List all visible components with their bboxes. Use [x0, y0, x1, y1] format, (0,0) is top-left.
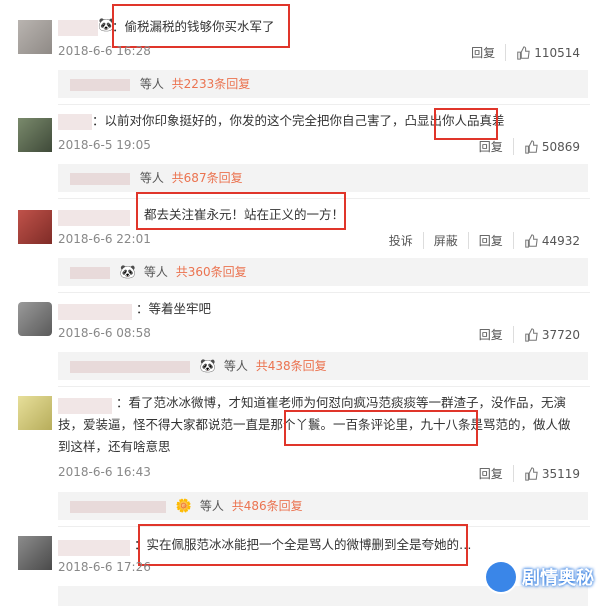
sub-replies-bar: 🐼 等人 共438条回复 [58, 352, 588, 380]
like-button[interactable]: 44932 [514, 234, 580, 248]
like-count: 44932 [541, 233, 580, 248]
more-replies-link[interactable]: 共438条回复 [256, 359, 327, 373]
comment-text: ：实在佩服范冰冰能把一个全是骂人的微博删到全是夸她的… [134, 537, 472, 552]
like-count: 35119 [541, 466, 580, 481]
replies-suffix: 等人 [139, 171, 164, 185]
more-replies-link[interactable]: 共486条回复 [232, 499, 303, 513]
avatar[interactable] [18, 20, 52, 54]
avatar[interactable] [18, 210, 52, 244]
reply-button[interactable]: 回复 [461, 44, 507, 61]
replier-names-blurred [70, 266, 110, 279]
more-replies-link[interactable]: 共2233条回复 [172, 77, 251, 91]
divider [58, 292, 590, 293]
comment-actions: 投诉 屏蔽 回复 44932 [379, 232, 580, 249]
sub-replies-bar: 等人 共2233条回复 [58, 70, 588, 98]
comment-time: 2018-6-6 22:01 [58, 232, 151, 246]
avatar[interactable] [18, 396, 52, 430]
comment-text: ：以前对你印象挺好的，你发的这个完全把你自己害了，凸显出你人品真差 [92, 113, 505, 128]
avatar[interactable] [18, 536, 52, 570]
username-blurred[interactable] [58, 114, 92, 130]
like-button[interactable]: 35119 [514, 467, 580, 481]
watermark-text: 剧情奥秘 [522, 568, 594, 589]
thumbs-up-icon [525, 466, 538, 481]
watermark-logo-icon [486, 562, 516, 592]
sub-replies-bar: 等人 共687条回复 [58, 164, 588, 192]
sub-replies-bar: 🐼 等人 共360条回复 [58, 258, 588, 286]
username-blurred[interactable] [58, 20, 98, 36]
reply-button[interactable]: 回复 [469, 138, 514, 155]
reply-button[interactable]: 回复 [469, 465, 514, 482]
replies-suffix: 等人 [223, 359, 248, 373]
replies-suffix: 等人 [199, 499, 224, 513]
comment-actions: 回复 50869 [469, 138, 580, 155]
divider [58, 386, 590, 387]
comment-text: ：偷税漏税的钱够你买水军了 [112, 19, 275, 34]
comment-time: 2018-6-6 16:43 [58, 465, 151, 479]
replies-suffix: 等人 [139, 77, 164, 91]
reply-button[interactable]: 回复 [469, 232, 514, 249]
sub-replies-bar: 🌼 等人 共486条回复 [58, 492, 588, 520]
more-replies-link[interactable]: 共687条回复 [172, 171, 243, 185]
avatar[interactable] [18, 118, 52, 152]
flower-emoji-icon: 🌼 [175, 498, 193, 514]
replies-suffix: 等人 [143, 265, 168, 279]
divider [58, 526, 590, 527]
comment-time: 2018-6-6 17:26 [58, 560, 151, 574]
panda-emoji-icon: 🐼 [199, 358, 217, 374]
avatar[interactable] [18, 302, 52, 336]
thumbs-up-icon [525, 327, 538, 342]
username-blurred[interactable] [58, 210, 130, 226]
like-button[interactable]: 37720 [514, 328, 580, 342]
watermark: 剧情奥秘 [486, 562, 594, 592]
panda-emoji-icon: 🐼 [119, 264, 137, 280]
thumbs-up-icon [525, 139, 538, 154]
username-blurred[interactable] [58, 540, 130, 556]
thumbs-up-icon [525, 233, 538, 248]
comment-text: ：等着坐牢吧 [136, 301, 212, 316]
like-count: 50869 [541, 139, 580, 154]
more-replies-link[interactable]: 共360条回复 [176, 265, 247, 279]
report-button[interactable]: 投诉 [379, 232, 424, 249]
comment-actions: 回复 35119 [469, 465, 580, 482]
comment-actions: 回复 37720 [469, 326, 580, 343]
comment-time: 2018-6-5 19:05 [58, 138, 151, 152]
replier-names-blurred [70, 78, 130, 91]
comment-text: ：看了范冰冰微博，才知道崔老师为何怼向疯冯范痰痰等一群渣子，没作品，无演技，爱装… [58, 395, 571, 454]
username-blurred[interactable] [58, 304, 132, 320]
replier-names-blurred [70, 360, 190, 373]
like-button[interactable]: 110514 [506, 46, 580, 60]
block-button[interactable]: 屏蔽 [424, 232, 469, 249]
thumbs-up-icon [517, 45, 530, 60]
like-count: 110514 [534, 45, 580, 60]
divider [58, 104, 590, 105]
like-count: 37720 [541, 327, 580, 342]
comment-time: 2018-6-6 16:28 [58, 44, 151, 58]
replier-names-blurred [70, 500, 166, 513]
comment-actions: 回复 110514 [461, 44, 580, 61]
replier-names-blurred [70, 172, 130, 185]
comment-time: 2018-6-6 08:58 [58, 326, 151, 340]
comment-text: 都去关注崔永元！站在正义的一方！ [144, 207, 345, 222]
reply-button[interactable]: 回复 [469, 326, 514, 343]
like-button[interactable]: 50869 [514, 140, 580, 154]
divider [58, 198, 590, 199]
